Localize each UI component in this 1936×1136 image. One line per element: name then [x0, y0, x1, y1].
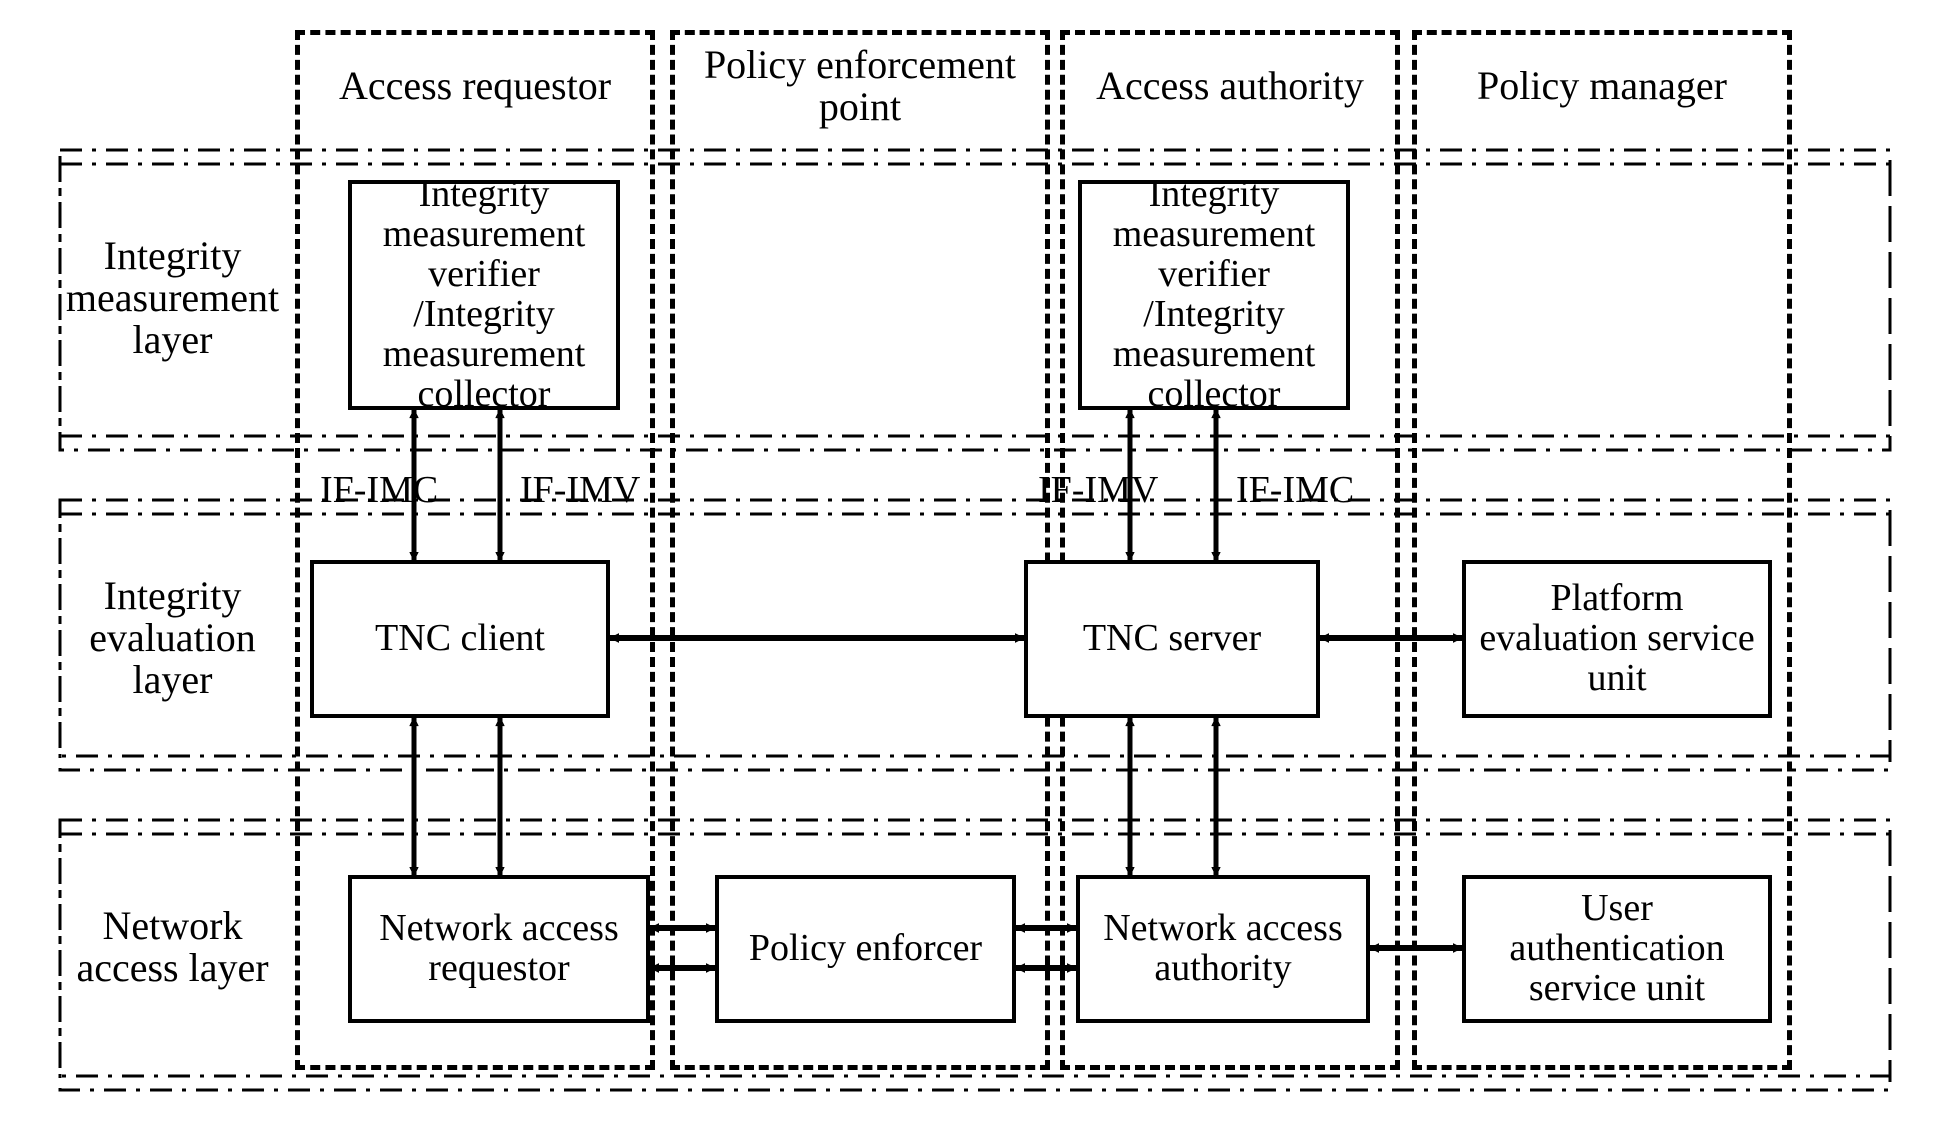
col-title-label: Policy enforcement point: [675, 44, 1045, 128]
col-title-access-authority: Access authority: [1065, 41, 1395, 131]
node-user-auth-service: User authentication service unit: [1462, 875, 1772, 1023]
col-title-policy-manager: Policy manager: [1417, 41, 1787, 131]
row-label-text: Integrity measurement layer: [66, 233, 279, 362]
iface-text: IF-IMC: [1236, 469, 1354, 511]
node-network-access-authority: Network access authority: [1076, 875, 1370, 1023]
row-label-text: Integrity evaluation layer: [89, 573, 256, 702]
label-right-if-imc: IF-IMC: [1236, 468, 1354, 512]
diagram-canvas: Access requestor Policy enforcement poin…: [0, 0, 1936, 1136]
row-label-network-access: Network access layer: [60, 905, 285, 989]
row-label-integrity-evaluation: Integrity evaluation layer: [60, 575, 285, 701]
iface-text: IF-IMV: [1038, 469, 1158, 511]
node-label: Network access authority: [1086, 909, 1360, 989]
node-imv-imc-right: Integrity measurement verifier /Integrit…: [1078, 180, 1350, 410]
col-title-label: Access authority: [1096, 65, 1364, 107]
iface-text: IF-IMC: [320, 469, 438, 511]
row-label-integrity-measurement: Integrity measurement layer: [60, 235, 285, 361]
node-label: TNC client: [375, 619, 545, 659]
label-right-if-imv: IF-IMV: [1038, 468, 1158, 512]
node-label: Network access requestor: [358, 909, 640, 989]
node-label: Policy enforcer: [749, 929, 982, 969]
node-label: Platform evaluation service unit: [1472, 579, 1762, 699]
col-title-pep: Policy enforcement point: [675, 41, 1045, 131]
node-policy-enforcer: Policy enforcer: [715, 875, 1016, 1023]
node-imv-imc-left: Integrity measurement verifier /Integrit…: [348, 180, 620, 410]
label-left-if-imc: IF-IMC: [320, 468, 438, 512]
col-title-label: Policy manager: [1477, 65, 1727, 107]
node-label: Integrity measurement verifier /Integrit…: [1086, 175, 1342, 414]
node-tnc-client: TNC client: [310, 560, 610, 718]
col-title-access-requestor: Access requestor: [300, 41, 650, 131]
node-label: User authentication service unit: [1472, 889, 1762, 1009]
node-label: Integrity measurement verifier /Integrit…: [356, 175, 612, 414]
node-network-access-requestor: Network access requestor: [348, 875, 650, 1023]
iface-text: IF-IMV: [520, 469, 640, 511]
node-label: TNC server: [1083, 619, 1261, 659]
col-title-label: Access requestor: [339, 65, 611, 107]
row-label-text: Network access layer: [76, 903, 268, 990]
label-left-if-imv: IF-IMV: [520, 468, 640, 512]
node-tnc-server: TNC server: [1024, 560, 1320, 718]
node-platform-eval-service: Platform evaluation service unit: [1462, 560, 1772, 718]
